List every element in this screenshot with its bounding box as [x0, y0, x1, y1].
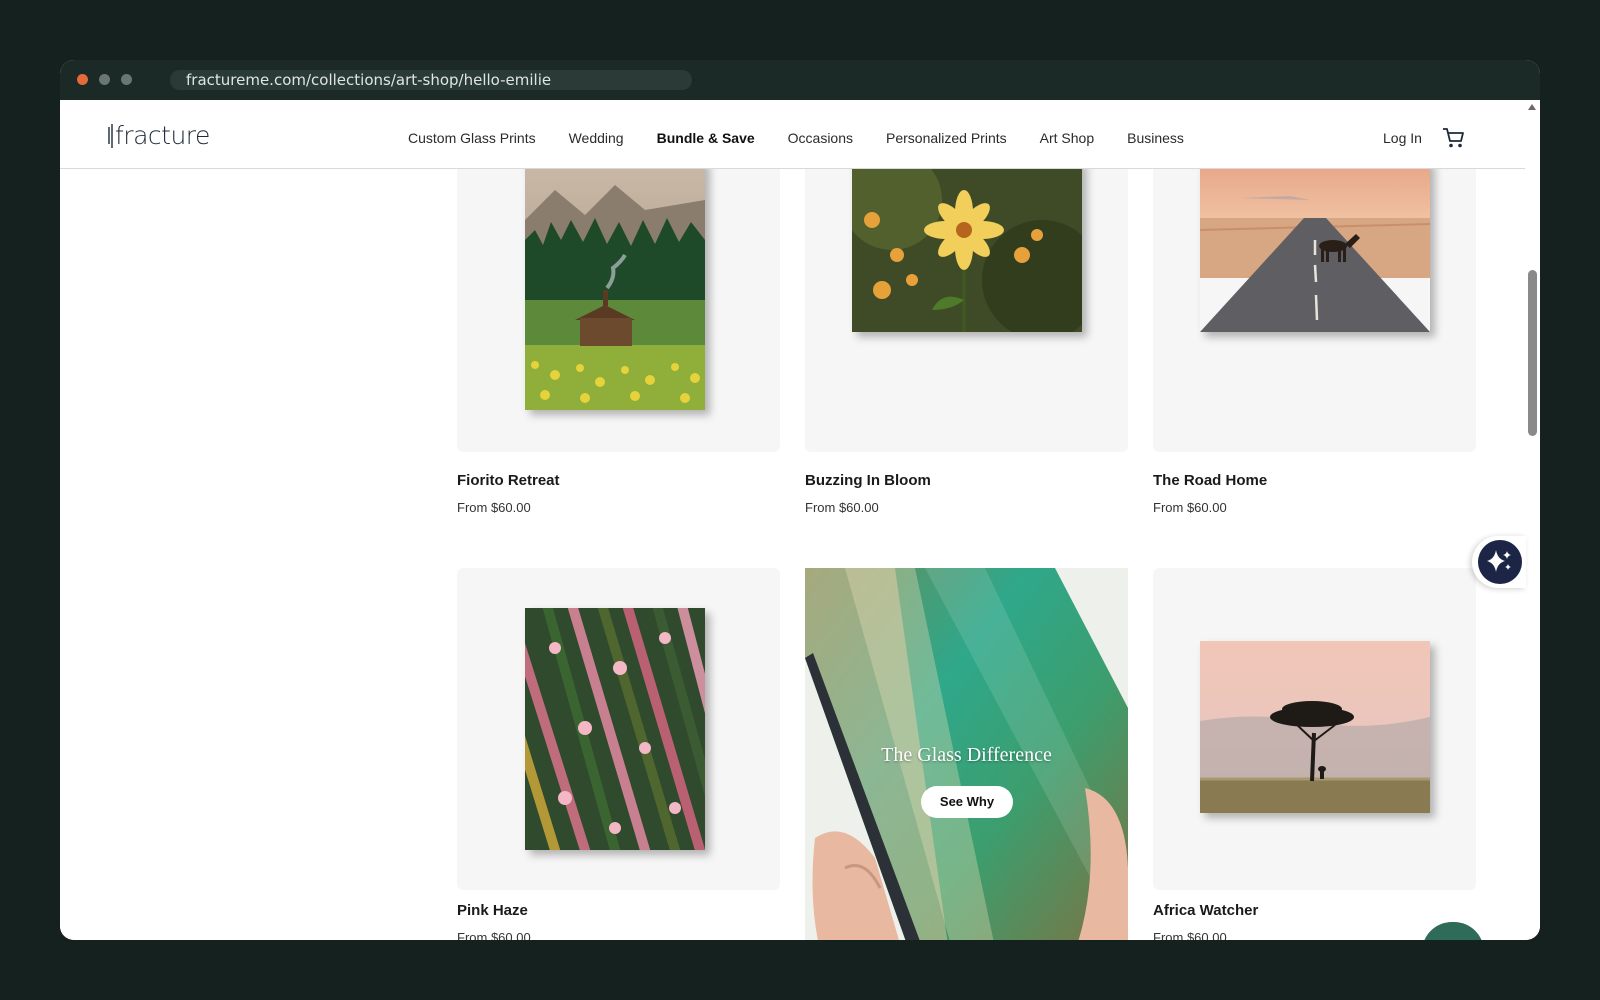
- browser-window: fractureme.com/collections/art-shop/hell…: [60, 60, 1540, 940]
- product-tile-pink-haze[interactable]: [457, 568, 780, 890]
- promo-heading: The Glass Difference: [881, 744, 1052, 766]
- nav-business[interactable]: Business: [1127, 130, 1184, 146]
- product-price: From $60.00: [457, 930, 531, 940]
- product-price: From $60.00: [1153, 930, 1227, 940]
- nav-personalized-prints[interactable]: Personalized Prints: [886, 130, 1007, 146]
- product-price: From $60.00: [805, 500, 879, 515]
- product-tile-buzzing-in-bloom[interactable]: [805, 140, 1128, 452]
- cart-icon[interactable]: [1442, 127, 1466, 149]
- print-image-flower: [852, 160, 1082, 332]
- product-title[interactable]: Fiorito Retreat: [457, 472, 560, 489]
- svg-text:fracture: fracture: [115, 121, 210, 150]
- nav-bundle-save[interactable]: Bundle & Save: [657, 130, 755, 146]
- minimize-window-button[interactable]: [99, 74, 110, 85]
- glass-difference-promo[interactable]: The Glass Difference See Why: [805, 568, 1128, 940]
- print-image-cabin: [525, 160, 705, 410]
- login-link[interactable]: Log In: [1383, 130, 1422, 146]
- print-image-pink-haze: [525, 608, 705, 850]
- product-tile-africa-watcher[interactable]: [1153, 568, 1476, 890]
- ai-assistant-button[interactable]: [1472, 536, 1526, 588]
- product-tile-fiorito-retreat[interactable]: [457, 140, 780, 452]
- maximize-window-button[interactable]: [121, 74, 132, 85]
- nav-occasions[interactable]: Occasions: [788, 130, 853, 146]
- main-nav: Custom Glass Prints Wedding Bundle & Sav…: [408, 130, 1217, 146]
- scroll-up-arrow-icon[interactable]: [1528, 104, 1536, 110]
- sparkle-icon: [1478, 540, 1522, 584]
- product-title[interactable]: Pink Haze: [457, 902, 528, 919]
- product-title[interactable]: Buzzing In Bloom: [805, 472, 931, 489]
- product-price: From $60.00: [1153, 500, 1227, 515]
- nav-custom-glass-prints[interactable]: Custom Glass Prints: [408, 130, 536, 146]
- close-window-button[interactable]: [77, 74, 88, 85]
- address-bar[interactable]: fractureme.com/collections/art-shop/hell…: [170, 70, 692, 90]
- print-image-road: [1200, 160, 1430, 332]
- vertical-scrollbar[interactable]: [1525, 100, 1540, 940]
- site-header: fracture Custom Glass Prints Wedding Bun…: [60, 100, 1525, 169]
- nav-wedding[interactable]: Wedding: [569, 130, 624, 146]
- product-tile-the-road-home[interactable]: [1153, 140, 1476, 452]
- browser-chrome: fractureme.com/collections/art-shop/hell…: [60, 60, 1540, 100]
- page-viewport: fracture Custom Glass Prints Wedding Bun…: [60, 100, 1525, 940]
- fracture-logo-mark: fracture: [108, 121, 210, 150]
- print-image-africa: [1200, 641, 1430, 813]
- see-why-button[interactable]: See Why: [921, 786, 1013, 818]
- scrollbar-thumb[interactable]: [1528, 270, 1537, 436]
- product-price: From $60.00: [457, 500, 531, 515]
- nav-art-shop[interactable]: Art Shop: [1040, 130, 1094, 146]
- product-title[interactable]: Africa Watcher: [1153, 902, 1258, 919]
- product-title[interactable]: The Road Home: [1153, 472, 1267, 489]
- fracture-logo[interactable]: fracture: [108, 120, 214, 155]
